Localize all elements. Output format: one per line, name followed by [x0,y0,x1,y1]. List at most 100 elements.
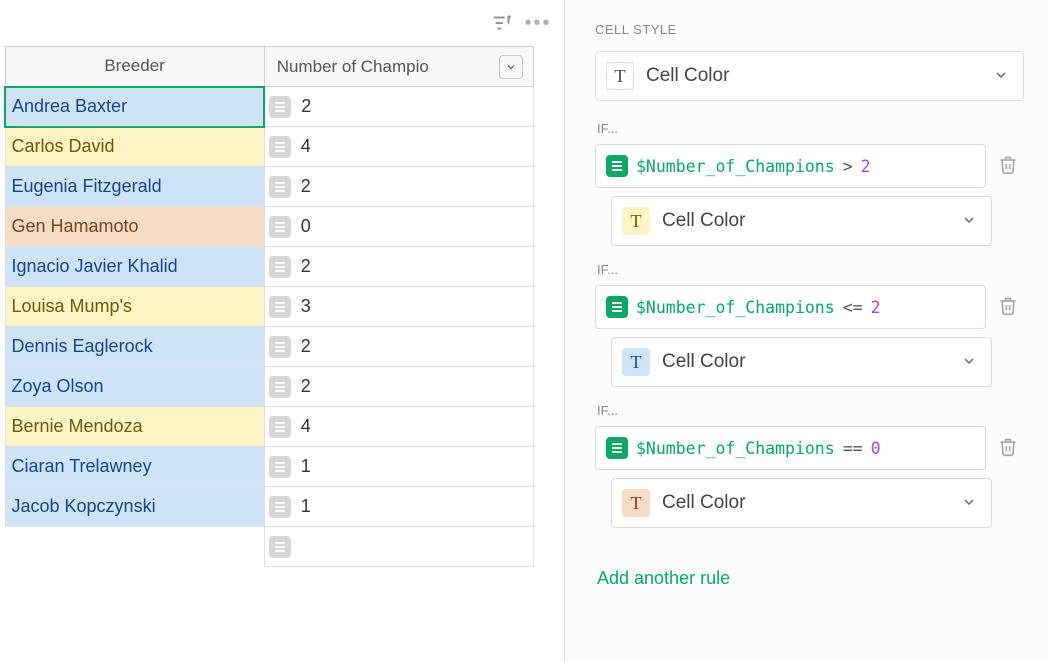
champions-cell[interactable]: 4 [264,407,533,447]
trash-icon[interactable] [998,155,1024,178]
column-header-breeder[interactable]: Breeder [5,47,264,87]
reference-icon [606,155,628,177]
breeder-cell[interactable]: Eugenia Fitzgerald [5,167,264,207]
rule-condition-input[interactable]: $Number_of_Champions <= 2 [595,285,986,329]
reference-icon [269,496,291,518]
table-row[interactable]: Ciaran Trelawney 1 [5,447,534,487]
reference-icon [269,136,291,158]
column-label: Number of Champio [277,57,429,77]
reference-icon [606,437,628,459]
column-label: Breeder [104,56,164,76]
reference-icon [269,176,291,198]
swatch-icon: T [622,348,650,376]
reference-icon [269,216,291,238]
breeder-cell[interactable]: Zoya Olson [5,367,264,407]
breeder-cell[interactable]: Carlos David [5,127,264,167]
select-label: Cell Color [662,492,745,514]
swatch-icon: T [606,62,634,90]
swatch-icon: T [622,489,650,517]
champions-cell[interactable]: 2 [264,327,533,367]
reference-icon [269,536,291,558]
trash-icon[interactable] [998,296,1024,319]
rule-condition-input[interactable]: $Number_of_Champions > 2 [595,144,986,188]
breeder-cell[interactable]: Bernie Mendoza [5,407,264,447]
expr-operator: > [843,157,853,176]
breeder-cell[interactable]: Andrea Baxter [5,87,264,127]
champions-cell[interactable]: 2 [264,167,533,207]
champions-cell[interactable]: 2 [264,87,533,127]
reference-icon [269,336,291,358]
table-row[interactable]: Bernie Mendoza 4 [5,407,534,447]
champions-value: 1 [301,496,311,517]
rule-style-select[interactable]: T Cell Color [611,478,992,528]
champions-cell[interactable]: 0 [264,207,533,247]
reference-icon [269,456,291,478]
champions-value: 1 [301,456,311,477]
add-rule-button[interactable]: Add another rule [597,568,730,589]
select-label: Cell Color [662,210,745,232]
filter-icon[interactable] [488,9,516,37]
breeder-cell[interactable]: Dennis Eaglerock [5,327,264,367]
champions-value: 2 [301,256,311,277]
reference-icon [606,296,628,318]
breeder-cell[interactable]: Gen Hamamoto [5,207,264,247]
rule-style-select[interactable]: T Cell Color [611,196,992,246]
champions-value: 2 [301,336,311,357]
select-label: Cell Color [646,65,729,87]
more-icon[interactable]: ••• [524,12,552,35]
chevron-down-icon [961,212,977,231]
expr-variable: $Number_of_Champions [636,157,835,176]
champions-cell[interactable]: 1 [264,487,533,527]
table-row-empty[interactable] [5,527,534,567]
column-header-champions[interactable]: Number of Champio [264,47,533,87]
champions-value: 2 [301,376,311,397]
breeder-cell[interactable]: Ignacio Javier Khalid [5,247,264,287]
expr-variable: $Number_of_Champions [636,439,835,458]
cell-style-panel: CELL STYLE T Cell Color IF...$Number_of_… [565,0,1048,661]
champions-cell[interactable]: 4 [264,127,533,167]
table-row[interactable]: Dennis Eaglerock 2 [5,327,534,367]
reference-icon [269,96,291,118]
conditional-rule: IF... $Number_of_Champions <= 2 T Cell Colo… [595,262,1024,387]
champions-cell[interactable] [264,527,533,567]
champions-value: 4 [301,136,311,157]
rule-condition-input[interactable]: $Number_of_Champions == 0 [595,426,986,470]
expr-operator: <= [843,298,863,317]
breeder-cell[interactable]: Jacob Kopczynski [5,487,264,527]
trash-icon[interactable] [998,437,1024,460]
conditional-rule: IF... $Number_of_Champions == 0 T Cell Colo… [595,403,1024,528]
champions-cell[interactable]: 3 [264,287,533,327]
rule-if-label: IF... [597,403,1024,418]
chevron-down-icon [961,494,977,513]
table-row[interactable]: Jacob Kopczynski 1 [5,487,534,527]
rule-if-label: IF... [597,121,1024,136]
champions-cell[interactable]: 1 [264,447,533,487]
select-label: Cell Color [662,351,745,373]
table-row[interactable]: Eugenia Fitzgerald2 [5,167,534,207]
table-row[interactable]: Zoya Olson 2 [5,367,534,407]
reference-icon [269,296,291,318]
default-style-select[interactable]: T Cell Color [595,51,1024,101]
expr-operator: == [843,439,863,458]
table-row[interactable]: Gen Hamamoto 0 [5,207,534,247]
reference-icon [269,376,291,398]
table-row[interactable]: Ignacio Javier Khalid 2 [5,247,534,287]
champions-cell[interactable]: 2 [264,367,533,407]
expr-value: 2 [861,157,871,176]
champions-value: 4 [301,416,311,437]
table-row[interactable]: Louisa Mump's3 [5,287,534,327]
rule-if-label: IF... [597,262,1024,277]
chevron-down-icon[interactable] [499,55,523,79]
data-table: Breeder Number of Champio Andrea Baxter2… [4,46,534,567]
breeder-cell[interactable]: Louisa Mump's [5,287,264,327]
table-row[interactable]: Carlos David 4 [5,127,534,167]
reference-icon [269,416,291,438]
champions-value: 0 [301,216,311,237]
champions-cell[interactable]: 2 [264,247,533,287]
breeder-cell[interactable]: Ciaran Trelawney [5,447,264,487]
swatch-icon: T [622,207,650,235]
rule-style-select[interactable]: T Cell Color [611,337,992,387]
table-row[interactable]: Andrea Baxter2 [5,87,534,127]
breeder-cell[interactable] [5,527,264,567]
chevron-down-icon [993,67,1009,86]
